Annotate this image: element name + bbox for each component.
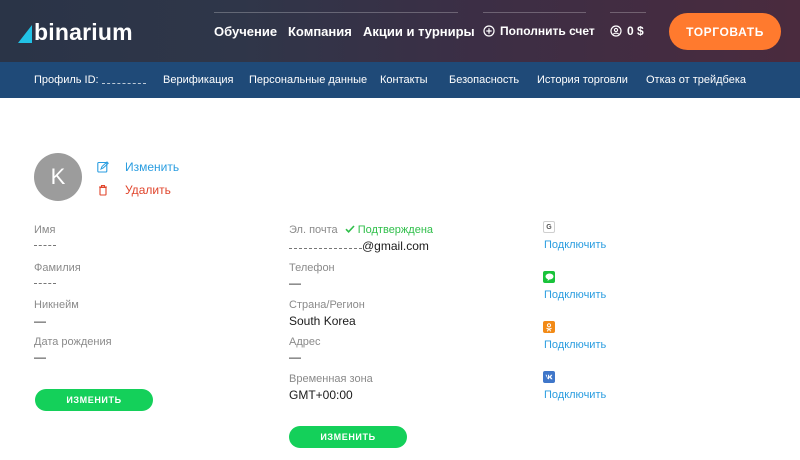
nav-learning[interactable]: Обучение bbox=[214, 0, 277, 62]
profile-id-label: Профиль ID: bbox=[34, 74, 99, 86]
top-header: binarium Обучение Компания Акции и турни… bbox=[0, 0, 800, 62]
connect-vk-link[interactable]: Подключить bbox=[544, 389, 606, 401]
email-label-row: Эл. почта Подтверждена bbox=[289, 224, 433, 236]
name-value-masked bbox=[34, 238, 56, 246]
email-masked-part bbox=[289, 241, 362, 249]
vk-icon bbox=[543, 371, 555, 383]
surname-label: Фамилия bbox=[34, 262, 81, 274]
connect-odnoklassniki-link[interactable]: Подключить bbox=[544, 339, 606, 351]
birthdate-label: Дата рождения bbox=[34, 336, 112, 348]
deposit-label: Пополнить счет bbox=[500, 24, 595, 38]
user-circle-icon bbox=[610, 25, 622, 37]
nav-promotions[interactable]: Акции и турниры bbox=[363, 0, 475, 62]
email-label: Эл. почта bbox=[289, 224, 338, 236]
nav-divider bbox=[483, 12, 586, 13]
line-icon bbox=[543, 271, 555, 283]
email-status: Подтверждена bbox=[357, 224, 434, 236]
country-label: Страна/Регион bbox=[289, 299, 365, 311]
edit-contacts-button[interactable]: ИЗМЕНИТЬ bbox=[289, 426, 407, 448]
address-value: — bbox=[289, 350, 301, 364]
phone-label: Телефон bbox=[289, 262, 335, 274]
avatar-edit-label: Изменить bbox=[125, 160, 180, 174]
subnav-contacts[interactable]: Контакты bbox=[380, 74, 428, 86]
name-label: Имя bbox=[34, 224, 56, 236]
trade-button[interactable]: ТОРГОВАТЬ bbox=[669, 13, 781, 50]
check-icon bbox=[345, 224, 355, 234]
phone-value: — bbox=[289, 276, 301, 290]
plus-circle-icon bbox=[483, 25, 495, 37]
nav-divider bbox=[610, 12, 646, 13]
connect-google-link[interactable]: Подключить bbox=[544, 239, 606, 251]
nav-link-company[interactable]: Компания bbox=[288, 24, 352, 39]
timezone-label: Временная зона bbox=[289, 373, 373, 385]
connect-line-link[interactable]: Подключить bbox=[544, 289, 606, 301]
nickname-value: — bbox=[34, 314, 46, 328]
timezone-value: GMT+00:00 bbox=[289, 388, 353, 402]
address-label: Адрес bbox=[289, 336, 321, 348]
email-verified-badge: Подтверждена bbox=[345, 224, 433, 236]
profile-subnav: Профиль ID: Верификация Персональные дан… bbox=[0, 62, 800, 98]
avatar-delete-label: Удалить bbox=[125, 183, 171, 197]
subnav-trade-history[interactable]: История торговли bbox=[537, 74, 628, 86]
country-value: South Korea bbox=[289, 314, 356, 328]
subnav-tradeback-refusal[interactable]: Отказ от трейдбека bbox=[646, 74, 746, 86]
edit-personal-button[interactable]: ИЗМЕНИТЬ bbox=[35, 389, 153, 411]
surname-value-masked bbox=[34, 276, 56, 284]
profile-id-masked bbox=[101, 77, 146, 84]
logo-mark-icon bbox=[18, 21, 32, 43]
nickname-label: Никнейм bbox=[34, 299, 79, 311]
subnav-security[interactable]: Безопасность bbox=[449, 74, 519, 86]
trash-icon bbox=[97, 184, 109, 196]
birthdate-value: — bbox=[34, 350, 46, 364]
email-suffix: @gmail.com bbox=[362, 239, 429, 253]
email-value: @gmail.com bbox=[289, 239, 429, 253]
avatar-edit-button[interactable]: Изменить bbox=[97, 160, 179, 174]
nav-company[interactable]: Компания bbox=[288, 0, 352, 62]
google-icon: G bbox=[543, 221, 555, 233]
subnav-verification[interactable]: Верификация bbox=[163, 74, 234, 86]
subnav-personal-data[interactable]: Персональные данные bbox=[249, 74, 367, 86]
nav-link-promotions[interactable]: Акции и турниры bbox=[363, 24, 475, 39]
profile-id: Профиль ID: bbox=[34, 74, 146, 86]
avatar-delete-button[interactable]: Удалить bbox=[97, 183, 171, 197]
binarium-logo[interactable]: binarium bbox=[18, 18, 133, 46]
logo-text: binarium bbox=[34, 18, 133, 45]
avatar: K bbox=[34, 153, 82, 201]
nav-link-learning[interactable]: Обучение bbox=[214, 24, 277, 39]
balance-display[interactable]: 0 $ bbox=[610, 24, 644, 38]
deposit-button[interactable]: Пополнить счет bbox=[483, 24, 595, 38]
odnoklassniki-icon bbox=[543, 321, 555, 333]
balance-value: 0 $ bbox=[627, 24, 644, 38]
edit-icon bbox=[97, 161, 109, 173]
